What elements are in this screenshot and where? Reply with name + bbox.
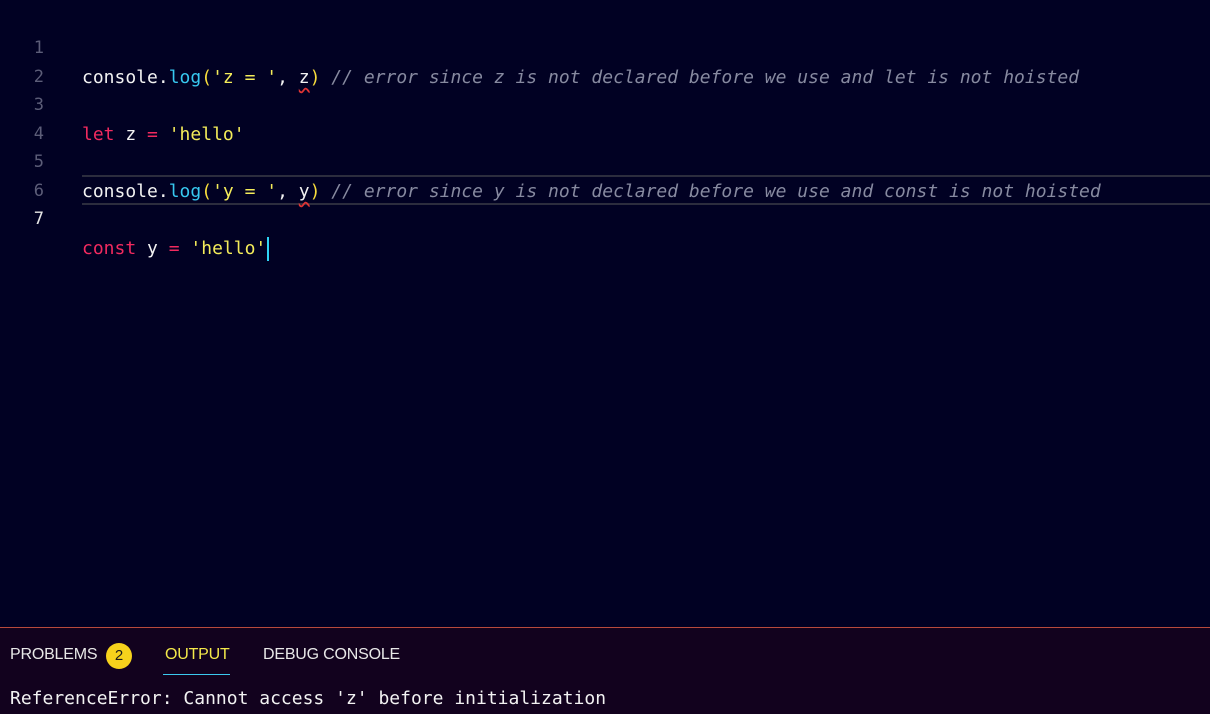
code-line-active[interactable]: 7 const y = 'hello' — [0, 174, 1210, 261]
code-line[interactable]: 2 — [0, 32, 1210, 87]
panel-tabs: PROBLEMS 2 OUTPUT DEBUG CONSOLE — [0, 628, 1210, 682]
code-editor[interactable]: 1 console.log('z = ', z) // error since … — [0, 0, 1210, 627]
code-line[interactable]: 4 — [0, 89, 1210, 144]
code-line[interactable]: 1 console.log('z = ', z) // error since … — [0, 3, 1210, 88]
problems-count-badge: 2 — [106, 643, 132, 669]
active-tab-indicator — [163, 674, 230, 675]
token-identifier: y — [136, 238, 169, 259]
text-cursor — [267, 237, 270, 261]
output-text: ReferenceError: Cannot access 'z' before… — [10, 688, 607, 709]
token-string: 'hello' — [190, 238, 267, 259]
token-operator: = — [168, 238, 180, 259]
bottom-panel: PROBLEMS 2 OUTPUT DEBUG CONSOLE Referenc… — [0, 627, 1210, 714]
tab-problems[interactable]: PROBLEMS — [10, 646, 98, 664]
token-keyword: const — [82, 238, 137, 259]
code-line[interactable]: 3 let z = 'hello' — [0, 60, 1210, 145]
tab-output[interactable]: OUTPUT — [165, 646, 230, 664]
tab-debug-console[interactable]: DEBUG CONSOLE — [263, 646, 400, 664]
code-line[interactable]: 6 — [0, 146, 1210, 201]
code-line[interactable]: 5 console.log('y = ', y) // error since … — [0, 117, 1210, 202]
line-number: 7 — [33, 209, 44, 229]
code-content[interactable]: const y = 'hello' — [82, 234, 270, 264]
